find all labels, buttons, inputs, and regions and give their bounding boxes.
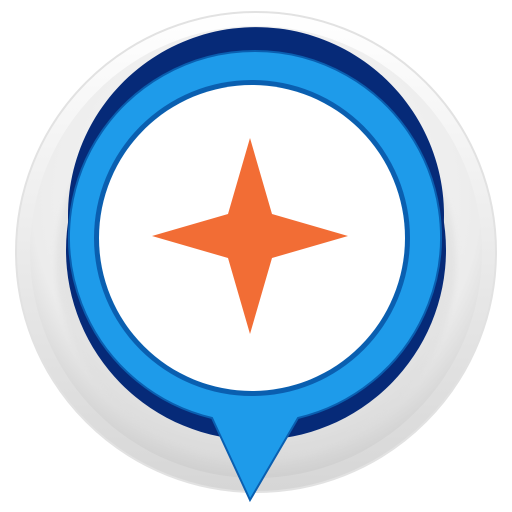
- map-pin-compass-star-icon: [15, 11, 497, 503]
- app-icon[interactable]: [0, 0, 512, 512]
